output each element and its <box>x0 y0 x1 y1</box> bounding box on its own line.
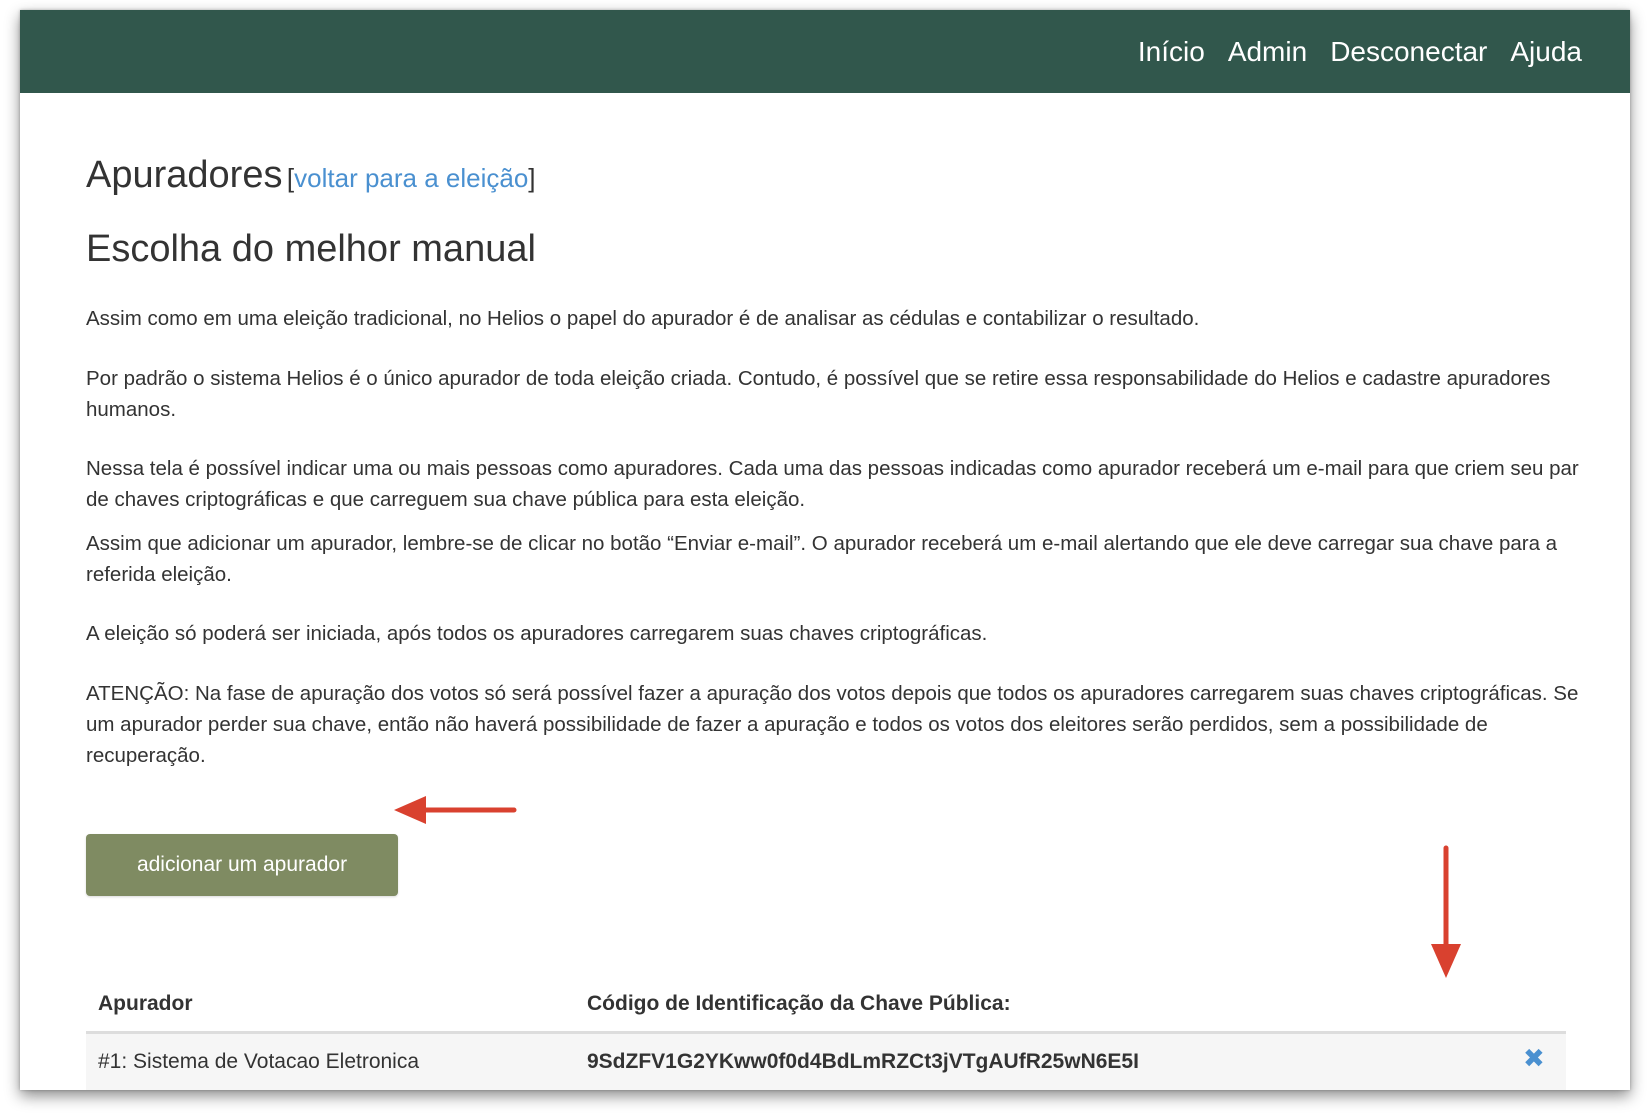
back-to-election-link[interactable]: voltar para a eleição <box>294 163 528 193</box>
remove-trustee-icon[interactable]: ✖ <box>1523 1045 1545 1071</box>
add-trustee-button[interactable]: adicionar um apurador <box>86 834 398 896</box>
nav-links: Início Admin Desconectar Ajuda <box>1115 10 1582 93</box>
page-title: Apuradores <box>86 154 283 196</box>
annotation-arrow-down-icon <box>1431 845 1461 978</box>
attention-paragraph: ATENÇÃO: Na fase de apuração dos votos s… <box>86 682 1579 767</box>
annotation-arrow-left-icon <box>394 796 517 824</box>
indicate-trustees-paragraph: Nessa tela é possível indicar uma ou mai… <box>86 457 1579 511</box>
nav-link-desconectar[interactable]: Desconectar <box>1330 37 1487 66</box>
intro-paragraph: Assim como em uma eleição tradicional, n… <box>86 307 1200 330</box>
top-navbar: Início Admin Desconectar Ajuda <box>20 10 1630 93</box>
send-email-paragraph: Assim que adicionar um apurador, lembre-… <box>86 532 1558 586</box>
trustee-name: #1: Sistema de Votacao Eletronica <box>98 1050 420 1073</box>
table-header-public-key: Código de Identificação da Chave Pública… <box>587 992 1011 1015</box>
election-name: Escolha do melhor manual <box>86 228 536 270</box>
bracket-close: ] <box>528 163 536 193</box>
nav-link-admin[interactable]: Admin <box>1228 37 1307 66</box>
nav-link-inicio[interactable]: Início <box>1138 37 1205 66</box>
start-election-paragraph: A eleição só poderá ser iniciada, após t… <box>86 622 988 645</box>
public-key-code: 9SdZFV1G2YKww0f0d4BdLmRZCt3jVTgAUfR25wN6… <box>587 1050 1139 1073</box>
table-header-apurador: Apurador <box>98 992 193 1015</box>
default-trustee-paragraph: Por padrão o sistema Helios é o único ap… <box>86 367 1551 421</box>
nav-link-ajuda[interactable]: Ajuda <box>1510 37 1582 66</box>
browser-window: Início Admin Desconectar Ajuda Apuradore… <box>20 10 1630 1090</box>
table-row: #1: Sistema de Votacao Eletronica 9SdZFV… <box>86 1034 1566 1090</box>
page-heading: Apuradores [voltar para a eleição] <box>86 154 536 197</box>
